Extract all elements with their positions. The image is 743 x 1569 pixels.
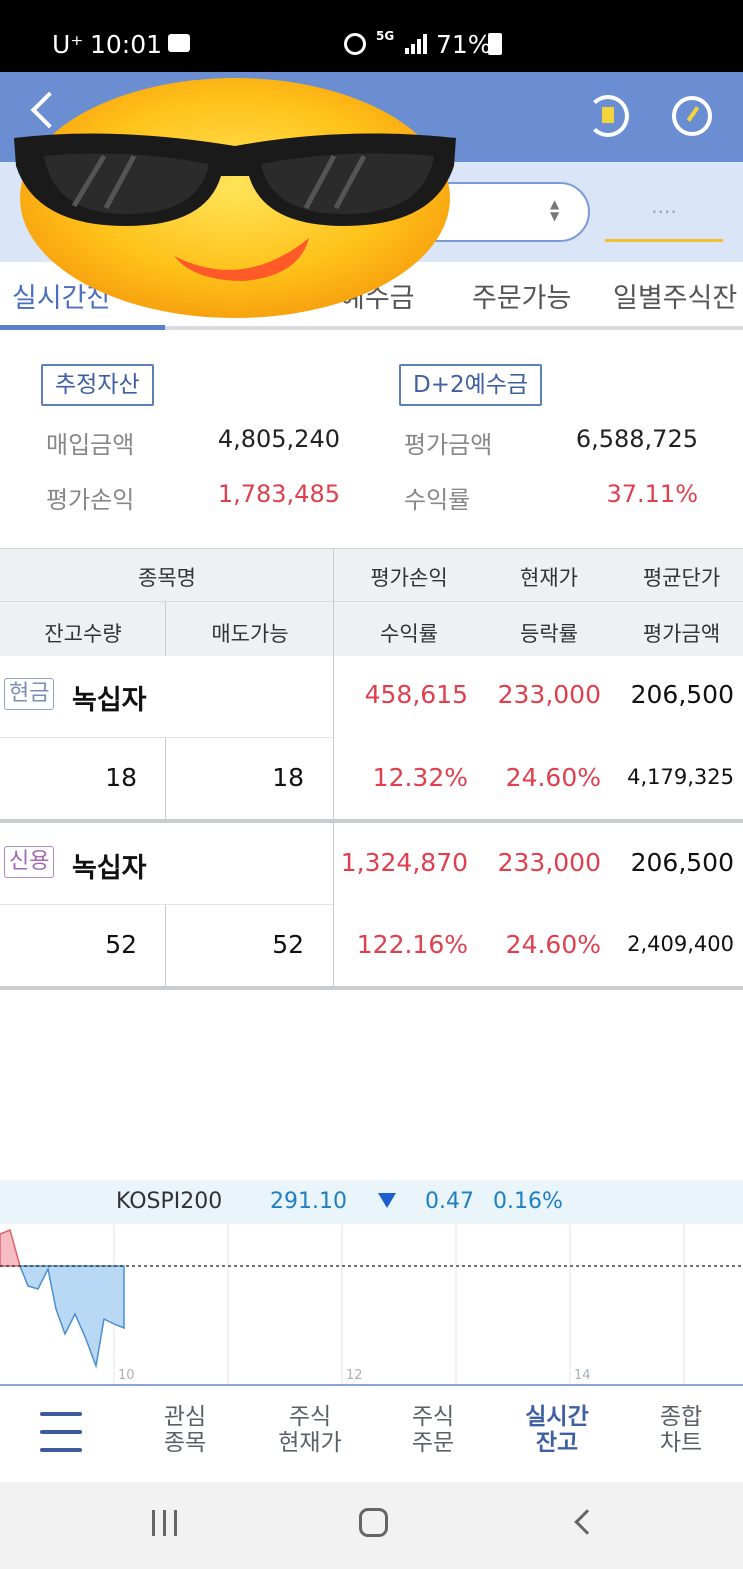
row-divider (0, 904, 333, 905)
chart-axis-label: 12 (346, 1368, 363, 1383)
active-tab-indicator (0, 325, 165, 330)
eval-amount-cell: 2,409,400 (627, 932, 734, 956)
row-divider (0, 819, 743, 823)
nav-realtime-balance[interactable]: 실시간 잔고 (502, 1404, 612, 1456)
eval-amount-cell: 4,179,325 (627, 765, 734, 789)
index-change-percent: 0.16% (493, 1189, 563, 1214)
return-rate-label: 수익률 (404, 486, 471, 514)
sellable-cell: 52 (272, 930, 304, 959)
nav-label: 주식 (411, 1404, 455, 1430)
header-divider (0, 601, 743, 602)
row-divider (0, 737, 333, 738)
stock-name: 녹십자 (72, 685, 147, 716)
eval-amount-value: 6,588,725 (575, 425, 698, 453)
chart-axis-label: 10 (118, 1368, 135, 1383)
battery-percent: 71% (436, 30, 492, 59)
col-eval-pl: 평가손익 (370, 566, 448, 590)
battery-icon (488, 33, 502, 55)
gauge-needle (686, 106, 700, 122)
index-value: 291.10 (270, 1189, 347, 1214)
home-icon[interactable] (359, 1508, 388, 1537)
nav-watchlist[interactable]: 관심 종목 (130, 1404, 240, 1456)
nav-stock-order[interactable]: 주식 주문 (378, 1404, 488, 1456)
col-current-price: 현재가 (520, 566, 578, 590)
nav-label: 현재가 (278, 1430, 342, 1456)
chart-positive-area (0, 1228, 21, 1267)
col-return-rate: 수익률 (380, 622, 438, 646)
purchase-amount-value: 4,805,240 (217, 425, 340, 453)
message-icon (168, 34, 190, 52)
nav-chart[interactable]: 종합 차트 (626, 1404, 736, 1456)
index-ticker[interactable] (0, 1180, 743, 1224)
tab-orderable[interactable]: 주문가능 (472, 276, 571, 315)
index-mini-chart (0, 1224, 743, 1384)
col-avg-price: 평균단가 (642, 566, 721, 590)
document-icon (602, 107, 614, 123)
sellable-cell: 18 (272, 763, 304, 792)
network-type-label: 5G (376, 29, 395, 43)
nav-label: 잔고 (535, 1430, 579, 1456)
col-stock-name: 종목명 (138, 566, 196, 590)
carrier-label: U⁺ (52, 30, 84, 59)
chart-negative-area (18, 1265, 125, 1369)
row-divider (0, 986, 743, 990)
nav-label: 차트 (659, 1430, 703, 1456)
nav-label: 실시간 (525, 1404, 589, 1430)
balance-qty-cell: 52 (105, 930, 137, 959)
nav-label: 종합 (659, 1404, 703, 1430)
change-rate-cell: 24.60% (505, 763, 601, 792)
change-rate-cell: 24.60% (505, 930, 601, 959)
eval-pl-cell: 458,615 (364, 680, 468, 709)
cash-type-badge: 현금 (4, 678, 55, 710)
sunglasses-emoji-icon (14, 78, 456, 318)
clock-time: 10:01 (90, 30, 163, 59)
current-price-cell: 233,000 (497, 848, 601, 877)
col-eval-amount: 평가금액 (642, 622, 721, 646)
return-rate-value: 37.11% (606, 480, 698, 508)
refresh-icon[interactable] (587, 95, 629, 137)
index-name: KOSPI200 (116, 1189, 223, 1214)
hamburger-menu-icon[interactable] (40, 1410, 82, 1454)
eval-amount-label: 평가금액 (404, 431, 493, 459)
gauge-icon[interactable] (672, 96, 712, 136)
nav-label: 관심 (163, 1404, 207, 1430)
balance-qty-cell: 18 (105, 763, 137, 792)
status-bar: U⁺ 10:01 5G 71% (0, 0, 743, 72)
eval-pl-cell: 1,324,870 (340, 848, 468, 877)
nav-label: 종목 (163, 1430, 207, 1456)
credit-type-badge: 신용 (4, 846, 55, 878)
index-change: 0.47 (425, 1189, 474, 1214)
alarm-icon (344, 33, 366, 55)
estimated-assets-badge: 추정자산 (41, 364, 154, 406)
eval-pl-label: 평가손익 (46, 486, 135, 514)
nav-stock-price[interactable]: 주식 현재가 (255, 1404, 365, 1456)
nav-label: 주식 (288, 1404, 332, 1430)
d2-deposit-badge: D+2예수금 (399, 364, 543, 406)
return-rate-cell: 12.32% (372, 763, 468, 792)
purchase-amount-label: 매입금액 (46, 431, 135, 459)
return-rate-cell: 122.16% (356, 930, 468, 959)
eval-pl-value: 1,783,485 (217, 480, 340, 508)
current-price-cell: 233,000 (497, 680, 601, 709)
tab-daily-stock[interactable]: 일별주식잔 (613, 276, 737, 315)
col-balance-qty: 잔고수량 (44, 622, 122, 646)
password-field[interactable]: ···· (605, 182, 723, 242)
up-down-arrows-icon: ▲ ▼ (550, 197, 560, 223)
avg-price-cell: 206,500 (630, 680, 734, 709)
recents-icon[interactable] (152, 1510, 180, 1536)
nav-label: 주문 (411, 1430, 455, 1456)
table-divider (165, 602, 166, 656)
avg-price-cell: 206,500 (630, 848, 734, 877)
chart-axis-label: 14 (574, 1368, 591, 1383)
col-change-rate: 등락률 (520, 622, 578, 646)
down-triangle-icon (378, 1193, 396, 1208)
col-sellable: 매도가능 (211, 622, 289, 646)
stock-name: 녹십자 (72, 853, 147, 884)
